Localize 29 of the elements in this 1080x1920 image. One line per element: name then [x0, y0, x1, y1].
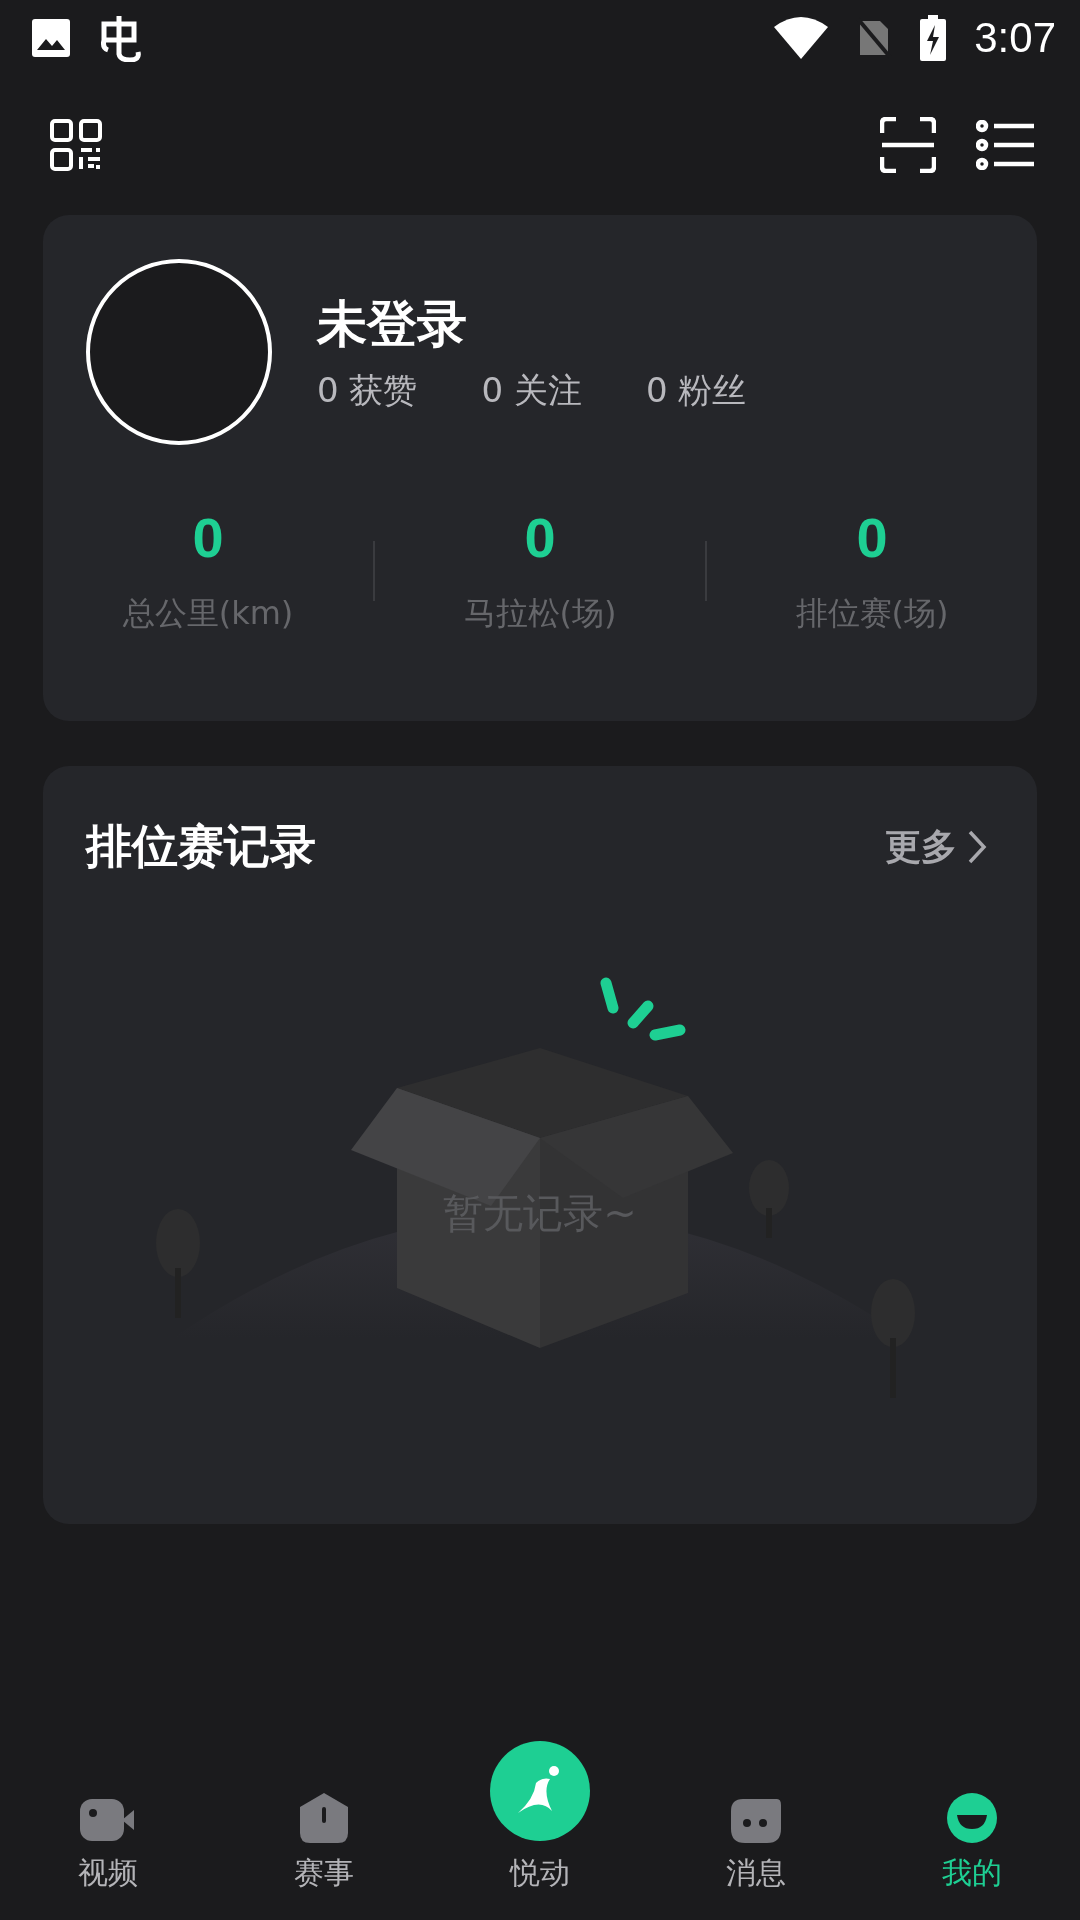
metric-value: 0	[192, 505, 224, 570]
profile-count[interactable]: 0 获赞	[317, 367, 418, 414]
user-name[interactable]: 未登录	[317, 290, 747, 358]
section-title: 排位赛记录	[86, 818, 316, 875]
nav-tab[interactable]: 消息	[648, 1740, 864, 1920]
nav-tab[interactable]: 视频	[0, 1740, 216, 1920]
more-link[interactable]: 更多	[885, 822, 987, 872]
nav-tab[interactable]: 悦动	[432, 1740, 648, 1920]
metric-label: 总公里(km)	[122, 593, 294, 634]
status-time: 3:07	[974, 13, 1056, 62]
wifi-icon	[774, 16, 829, 59]
shield-icon	[300, 1793, 348, 1843]
qr-code-icon[interactable]	[50, 119, 102, 171]
nav-tab[interactable]: 我的	[864, 1740, 1080, 1920]
metric-value: 0	[856, 505, 888, 570]
scan-icon[interactable]	[880, 117, 936, 173]
menu-icon[interactable]	[976, 120, 1036, 170]
profile-count[interactable]: 0 关注	[481, 367, 582, 414]
nav-tab[interactable]: 赛事	[216, 1740, 432, 1920]
smile-icon	[947, 1793, 997, 1843]
metric-label: 排位赛(场)	[795, 593, 949, 634]
metric-value: 0	[524, 505, 556, 570]
metric-label: 马拉松(场)	[463, 593, 617, 634]
chat-face-icon	[731, 1799, 781, 1843]
chevron-right-icon	[967, 829, 987, 865]
battery-charging-icon	[920, 14, 947, 61]
image-icon	[32, 18, 70, 57]
camera-icon	[80, 1797, 136, 1843]
profile-count[interactable]: 0 粉丝	[645, 367, 747, 414]
